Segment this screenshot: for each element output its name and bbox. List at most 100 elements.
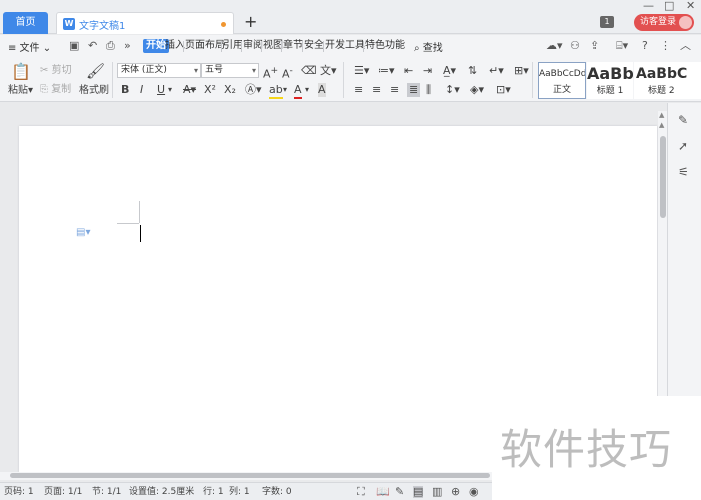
status-row[interactable]: 行: 1 bbox=[203, 487, 224, 498]
superscript-button[interactable]: X² bbox=[204, 83, 216, 97]
cloud-sync-icon[interactable]: ☁▾ bbox=[546, 39, 563, 53]
underline-dropdown-icon[interactable]: ▾ bbox=[168, 83, 172, 97]
file-menu[interactable]: ≡ 文件 ⌄ bbox=[8, 39, 51, 54]
more-menu-button[interactable]: » bbox=[124, 40, 131, 52]
watermark-text: 软件技巧 bbox=[500, 425, 673, 474]
save-icon[interactable]: ▣ bbox=[69, 40, 79, 52]
char-shading-icon[interactable]: A bbox=[318, 83, 326, 97]
ribbon-divider bbox=[112, 62, 113, 98]
maximize-button[interactable]: □ bbox=[664, 0, 674, 12]
eye-protect-icon[interactable]: ◉ bbox=[469, 486, 479, 498]
vertical-scroll-thumb[interactable] bbox=[660, 136, 666, 218]
format-painter-icon[interactable]: 🖌 bbox=[86, 63, 105, 80]
status-page-code[interactable]: 页码: 1 bbox=[4, 487, 34, 498]
close-button[interactable]: ✕ bbox=[686, 0, 695, 12]
chinese-layout-icon[interactable]: A̲▾ bbox=[443, 64, 456, 78]
style-preview: AaBb bbox=[587, 65, 633, 83]
web-view-icon[interactable]: ⊕ bbox=[451, 486, 460, 498]
paste-button[interactable]: 粘贴▾ bbox=[8, 85, 33, 97]
help-button[interactable]: ? bbox=[642, 39, 648, 53]
decrease-font-icon[interactable]: A- bbox=[282, 64, 293, 82]
tab-features[interactable]: 特色功能 bbox=[364, 39, 406, 53]
copy-button[interactable]: ⎘ 复制 bbox=[40, 84, 71, 96]
font-name-select[interactable]: 宋体 (正文) bbox=[117, 63, 201, 78]
clear-format-icon[interactable]: ⌫ bbox=[301, 64, 317, 78]
tab-chapter[interactable]: 章节 bbox=[282, 39, 304, 53]
collapse-ribbon-icon[interactable]: ︿ bbox=[680, 39, 691, 53]
align-center-icon[interactable]: ≡ bbox=[372, 83, 381, 97]
cut-label: 剪切 bbox=[51, 65, 72, 76]
share-icon[interactable]: ⇪ bbox=[590, 39, 599, 53]
cut-button[interactable]: ✂ 剪切 bbox=[40, 65, 72, 77]
italic-button[interactable]: I bbox=[140, 83, 143, 97]
read-mode-icon[interactable]: 📖 bbox=[376, 486, 390, 498]
guest-login-button[interactable]: 访客登录 bbox=[634, 14, 694, 31]
highlight-dropdown-icon[interactable]: ▾ bbox=[283, 83, 287, 97]
align-left-icon[interactable]: ≡ bbox=[354, 83, 363, 97]
write-mode-icon[interactable]: ✎ bbox=[395, 486, 404, 498]
new-tab-button[interactable]: + bbox=[244, 12, 257, 32]
underline-button[interactable]: U bbox=[157, 83, 165, 97]
more-options-icon[interactable]: ⋮ bbox=[660, 39, 671, 53]
settings-sliders-icon[interactable]: ⚟ bbox=[678, 165, 689, 179]
format-painter-button[interactable]: 格式刷 bbox=[79, 85, 109, 97]
bold-button[interactable]: B bbox=[121, 83, 129, 97]
avatar-icon bbox=[679, 16, 692, 29]
numbered-list-icon[interactable]: ≔▾ bbox=[378, 64, 395, 78]
find-label: 查找 bbox=[422, 43, 443, 54]
style-normal[interactable]: AaBbCcDd 正文 bbox=[538, 62, 586, 99]
fullscreen-icon[interactable]: ⛶ bbox=[357, 486, 365, 498]
paste-label: 粘贴 bbox=[8, 85, 28, 96]
show-marks-icon[interactable]: ↵▾ bbox=[489, 64, 504, 78]
shading-icon[interactable]: ◈▾ bbox=[470, 83, 484, 97]
minimize-button[interactable]: — bbox=[643, 0, 654, 12]
font-color-dropdown-icon[interactable]: ▾ bbox=[305, 83, 309, 97]
status-section[interactable]: 节: 1/1 bbox=[92, 487, 121, 498]
status-col[interactable]: 列: 1 bbox=[229, 487, 250, 498]
paste-icon[interactable]: 📋 bbox=[11, 63, 31, 81]
edit-pen-icon[interactable]: ✎ bbox=[678, 113, 688, 127]
tab-document[interactable]: W 文字文稿1 bbox=[56, 12, 234, 34]
bullet-list-icon[interactable]: ☰▾ bbox=[354, 64, 369, 78]
table-grid-icon[interactable]: ⊞▾ bbox=[514, 64, 529, 78]
increase-font-icon[interactable]: A+ bbox=[263, 64, 278, 82]
window-count-badge[interactable]: 1 bbox=[600, 16, 614, 28]
paragraph-layout-icon[interactable]: ▤▾ bbox=[76, 228, 90, 238]
horizontal-scroll-thumb[interactable] bbox=[10, 473, 490, 478]
distribute-icon[interactable]: ⫼ bbox=[426, 83, 431, 97]
select-cursor-icon[interactable]: ➚ bbox=[678, 139, 688, 153]
tab-security[interactable]: 安全 bbox=[303, 39, 325, 53]
text-effect-icon[interactable]: Ⓐ▾ bbox=[245, 83, 262, 97]
font-size-select[interactable]: 五号 bbox=[201, 63, 259, 78]
scroll-up-page-icon[interactable]: ▲ bbox=[659, 122, 664, 129]
print-icon[interactable]: ⎙ bbox=[106, 40, 115, 52]
tab-page-layout[interactable]: 页面布局 bbox=[184, 39, 226, 53]
font-color-button[interactable]: A bbox=[294, 83, 302, 99]
borders-icon[interactable]: ⊡▾ bbox=[496, 83, 511, 97]
strikethrough-button[interactable]: A▾ bbox=[183, 83, 196, 97]
scroll-up-icon[interactable]: ▲ bbox=[659, 112, 664, 119]
status-setting[interactable]: 设置值: 2.5厘米 bbox=[129, 487, 194, 498]
status-word-count[interactable]: 字数: 0 bbox=[262, 487, 292, 498]
collaborate-icon[interactable]: ⚇ bbox=[570, 39, 580, 53]
style-heading-1[interactable]: AaBb 标题 1 bbox=[587, 62, 633, 99]
line-spacing-icon[interactable]: ↕▾ bbox=[445, 83, 460, 97]
highlight-icon[interactable]: ab bbox=[269, 83, 283, 99]
toolbar-menu-icon[interactable]: ⌸▾ bbox=[616, 39, 628, 53]
increase-indent-icon[interactable]: ⇥ bbox=[423, 64, 432, 78]
tab-developer[interactable]: 开发工具 bbox=[324, 39, 366, 53]
status-page[interactable]: 页面: 1/1 bbox=[44, 487, 82, 498]
style-heading-2[interactable]: AaBbC 标题 2 bbox=[634, 62, 701, 99]
undo-icon[interactable]: ↶ bbox=[88, 40, 97, 52]
find-menu[interactable]: ⌕ 查找 bbox=[414, 39, 443, 54]
phonetic-guide-icon[interactable]: 文▾ bbox=[320, 64, 337, 78]
ribbon-divider bbox=[532, 62, 533, 98]
sort-icon[interactable]: ⇅ bbox=[468, 64, 477, 78]
justify-icon[interactable]: ≣ bbox=[407, 83, 421, 97]
outline-view-icon[interactable]: ▥ bbox=[432, 486, 442, 498]
decrease-indent-icon[interactable]: ⇤ bbox=[404, 64, 413, 78]
page-view-icon[interactable]: ▤ bbox=[413, 486, 424, 498]
tab-home[interactable]: 首页 bbox=[3, 12, 48, 34]
align-right-icon[interactable]: ≡ bbox=[390, 83, 399, 97]
subscript-button[interactable]: X₂ bbox=[224, 83, 236, 97]
